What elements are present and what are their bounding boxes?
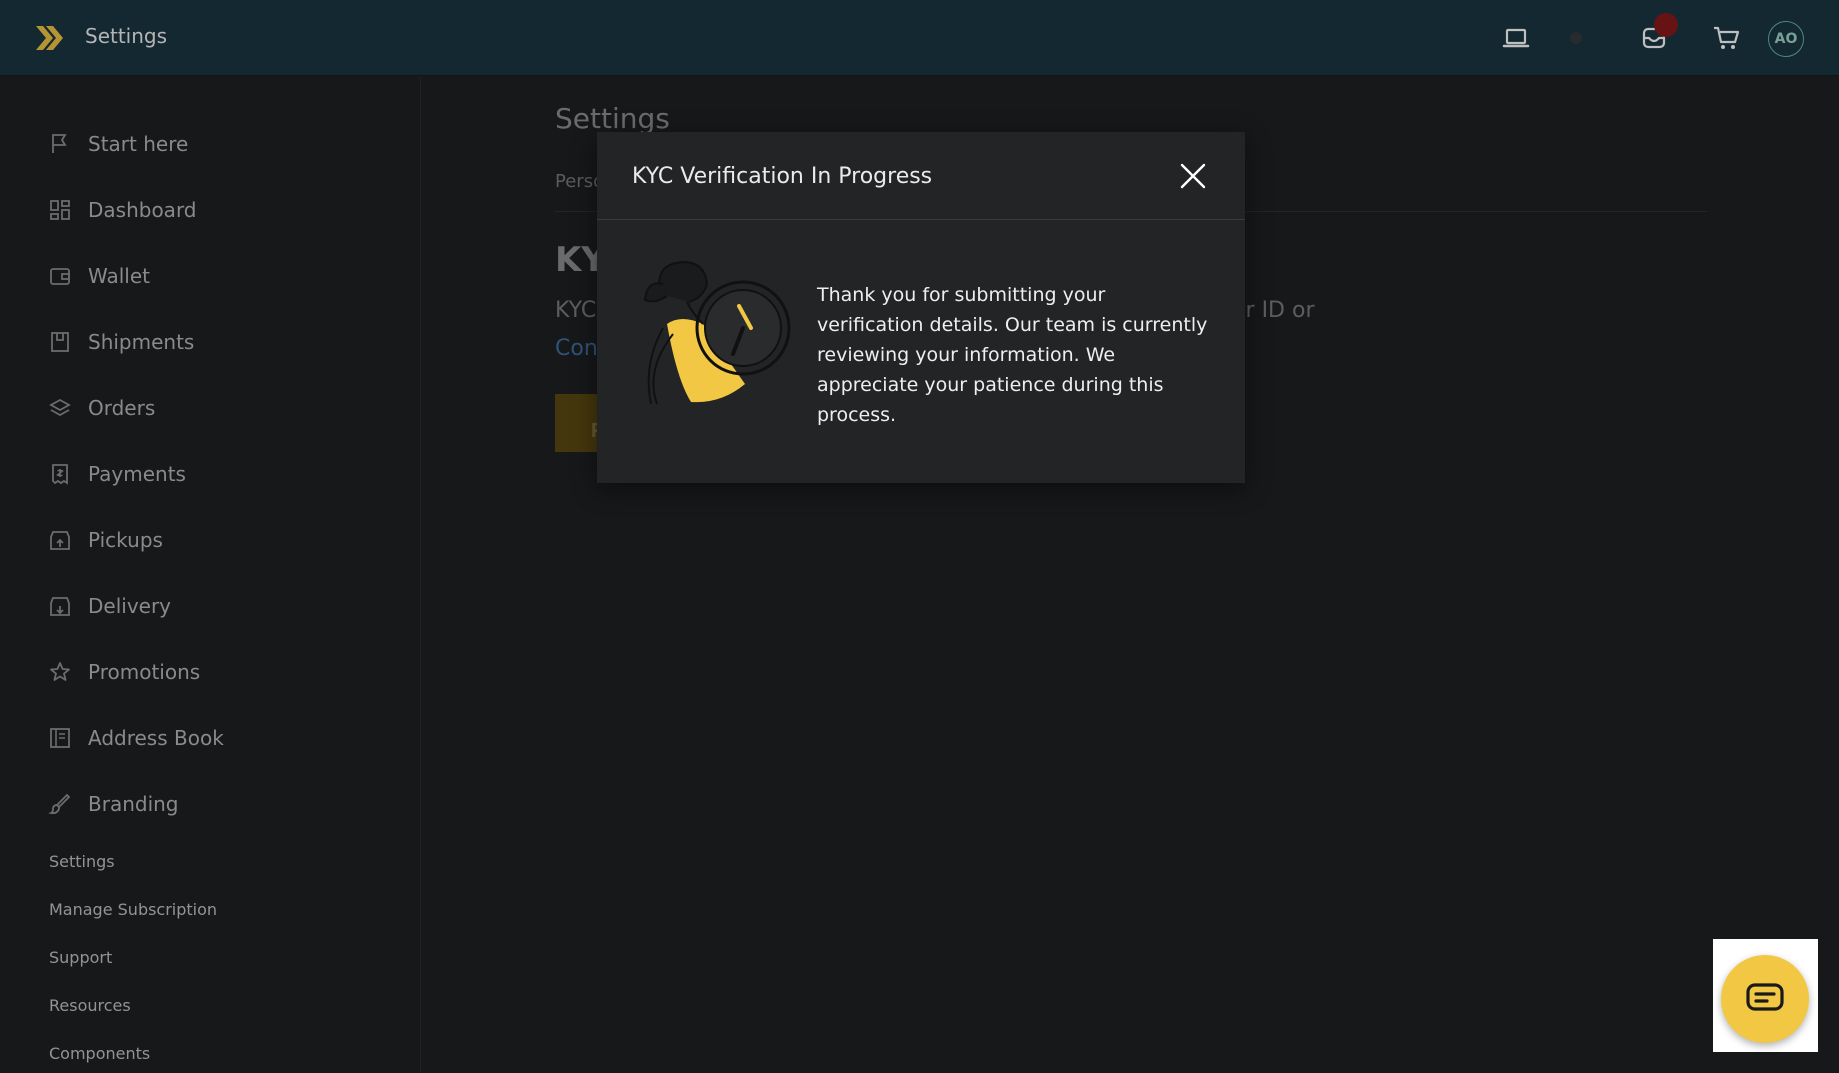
modal-message: Thank you for submitting your verificati… <box>817 284 1208 426</box>
close-button[interactable] <box>1175 158 1211 194</box>
kyc-modal: KYC Verification In Progress Thank you f… <box>597 132 1245 483</box>
chat-button[interactable] <box>1721 955 1809 1043</box>
close-icon <box>1180 163 1206 189</box>
modal-title: KYC Verification In Progress <box>632 164 933 189</box>
modal-header: KYC Verification In Progress <box>597 132 1245 220</box>
chat-icon <box>1746 983 1784 1011</box>
chat-widget <box>1713 939 1818 1052</box>
verification-illustration <box>643 260 791 405</box>
